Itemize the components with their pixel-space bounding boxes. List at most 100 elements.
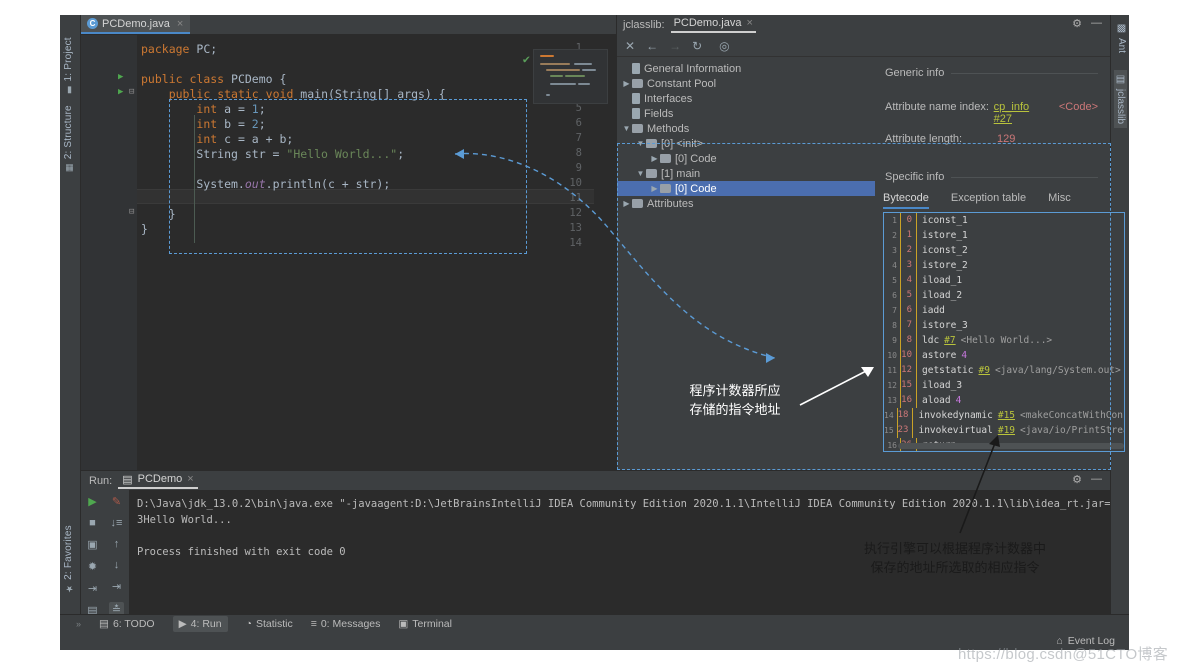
gear-icon[interactable]: ⚙ (1072, 473, 1082, 486)
sidebar-item-project[interactable]: ▮ 1: Project (63, 37, 74, 94)
bottom-item-label: 6: TODO (112, 617, 155, 630)
bytecode-row[interactable]: 8 7 istore_3 (884, 318, 1124, 333)
run-gutter-icon[interactable]: ▶ (118, 72, 123, 82)
close-icon[interactable]: ✕ (625, 39, 635, 53)
horizontal-scrollbar[interactable] (898, 443, 1124, 449)
gear-icon[interactable]: ⚙ (1072, 17, 1082, 30)
tree-node[interactable]: ▶ Constant Pool (617, 76, 875, 91)
down-icon[interactable]: ↓ (114, 559, 120, 571)
tree-node[interactable]: Interfaces (617, 91, 875, 106)
editor-tab-pcdemo[interactable]: C PCDemo.java × (81, 15, 191, 34)
inspection-ok-icon[interactable]: ✔ (523, 52, 530, 66)
bytecode-row[interactable]: 6 5 iload_2 (884, 288, 1124, 303)
close-icon[interactable]: × (746, 17, 752, 29)
tree-node[interactable]: General Information (617, 61, 875, 76)
chevron-right-icon[interactable]: ▶ (621, 199, 632, 208)
bytecode-offset: 7 (900, 318, 917, 333)
bottom-item-terminal[interactable]: ▣ Terminal (398, 618, 452, 630)
constant-pool-ref[interactable]: #19 (993, 425, 1015, 436)
chevron-right-icon[interactable]: ▶ (649, 184, 660, 193)
debug-icon[interactable]: ✹ (88, 560, 97, 573)
chevron-down-icon[interactable]: ▼ (621, 124, 632, 133)
bytecode-row[interactable]: 13 16 aload 4 (884, 393, 1124, 408)
soft-wrap-icon[interactable]: ⇥ (112, 580, 121, 593)
chevron-right-icon[interactable]: ▶ (621, 79, 632, 88)
sidebar-item-structure[interactable]: ▦ 2: Structure (63, 105, 74, 172)
sidebar-item-ant[interactable]: ▩ Ant (1116, 23, 1127, 53)
run-tab-pcdemo[interactable]: ▤ PCDemo × (118, 473, 198, 489)
fold-gutter-icon[interactable]: ⊟ (129, 207, 134, 217)
bytecode-row[interactable]: 2 1 istore_1 (884, 228, 1124, 243)
bytecode-row[interactable]: 1523 invokevirtual#19 <java/io/PrintStream… (884, 423, 1124, 438)
tab-bytecode[interactable]: Bytecode (883, 192, 929, 209)
close-icon[interactable]: × (187, 473, 193, 485)
sidebar-item-label: jclasslib (1115, 89, 1126, 125)
bottom-item-run[interactable]: ▶ 4: Run (172, 615, 228, 632)
bytecode-offset: 15 (900, 378, 917, 393)
sidebar-item-favorites[interactable]: ★ 2: Favorites (63, 525, 74, 593)
cp-info-link[interactable]: cp_info #27 (994, 101, 1049, 125)
editor-minimap[interactable] (533, 49, 608, 104)
run-icon[interactable]: ▶ (88, 495, 96, 508)
camera-icon[interactable]: ▣ (87, 538, 97, 551)
bytecode-offset: 8 (900, 333, 917, 348)
jclasslib-file-tab[interactable]: PCDemo.java × (670, 17, 756, 33)
chevron-right-icon[interactable]: ▶ (649, 154, 660, 163)
up-icon[interactable]: ↑ (114, 538, 120, 550)
minimize-icon[interactable]: — (1091, 17, 1102, 30)
edit-icon[interactable]: ✎ (112, 495, 121, 508)
tree-node[interactable]: ▼ Methods (617, 121, 875, 136)
more-icon[interactable]: » (76, 619, 81, 629)
bytecode-row[interactable]: 9 8 ldc #7 <Hello World...> (884, 333, 1124, 348)
bytecode-row-number: 6 (892, 291, 897, 300)
fold-gutter-icon[interactable]: ⊟ (129, 87, 134, 97)
tab-misc[interactable]: Misc (1048, 192, 1071, 209)
stop-icon[interactable]: ■ (89, 517, 96, 529)
minimize-icon[interactable]: — (1091, 473, 1102, 486)
browse-icon[interactable]: ◎ (719, 39, 729, 53)
tree-node[interactable]: Fields (617, 106, 875, 121)
tab-exception-table[interactable]: Exception table (951, 192, 1026, 209)
tree-node[interactable]: ▼ [0] <init> (617, 136, 875, 151)
constant-pool-ref[interactable]: #15 (993, 410, 1015, 421)
back-icon[interactable]: ← (646, 39, 658, 53)
line-number: 13 (569, 222, 582, 234)
bytecode-row[interactable]: 1418 invokedynamic#15 <makeConcatWithConst… (884, 408, 1124, 423)
forward-icon[interactable]: → (669, 39, 681, 53)
bottom-item-todo[interactable]: ▤ 6: TODO (99, 618, 155, 630)
bytecode-row[interactable]: 10 10 astore 4 (884, 348, 1124, 363)
attribute-name-index-type: <Code> (1058, 101, 1098, 113)
reload-icon[interactable]: ↻ (692, 39, 702, 53)
tree-node-selected[interactable]: ▶ [0] Code (617, 181, 875, 196)
screenshot-root: ▮ 1: Project ▦ 2: Structure ★ 2: Favorit… (0, 0, 1184, 666)
run-actions-right: ✎ ↓≡ ↑ ↓ ⇥ ≛ » (104, 490, 129, 636)
close-icon[interactable]: × (177, 18, 183, 30)
bytecode-row[interactable]: 12 15 iload_3 (884, 378, 1124, 393)
bytecode-row-number: 1 (892, 216, 897, 225)
constant-pool-ref[interactable]: #9 (973, 365, 989, 376)
bytecode-mnemonic: getstatic (922, 365, 974, 376)
bytecode-row[interactable]: 4 3 istore_2 (884, 258, 1124, 273)
rerun-icon[interactable]: ⇥ (88, 582, 97, 595)
tree-node[interactable]: ▼ [1] main (617, 166, 875, 181)
code-area[interactable]: 123▶4▶⊟56789101112⊟1314 package PC;publi… (81, 35, 616, 470)
chevron-down-icon[interactable]: ▼ (635, 139, 646, 148)
bytecode-row[interactable]: 7 6 iadd (884, 303, 1124, 318)
bytecode-row[interactable]: 11 12 getstatic #9 <java/lang/System.out> (884, 363, 1124, 378)
bytecode-listing[interactable]: 1 0 iconst_1 2 1 istore_1 3 2 iconst_2 4 3 istore_2… (883, 212, 1125, 452)
tree-node[interactable]: ▶ [0] Code (617, 151, 875, 166)
scroll-to-end-icon[interactable]: ↓≡ (111, 517, 123, 529)
bottom-item-messages[interactable]: ≡ 0: Messages (311, 618, 381, 630)
bytecode-row-number: 8 (892, 321, 897, 330)
bytecode-row[interactable]: 3 2 iconst_2 (884, 243, 1124, 258)
divider (951, 176, 1098, 178)
chevron-down-icon[interactable]: ▼ (635, 169, 646, 178)
tree-node-label: [0] <init> (661, 137, 704, 150)
bottom-item-statistic[interactable]: ◔ Statistic (246, 618, 293, 630)
bytecode-row[interactable]: 1 0 iconst_1 (884, 213, 1124, 228)
tree-node[interactable]: ▶ Attributes (617, 196, 875, 211)
sidebar-item-jclasslib[interactable]: ▤ jclasslib (1114, 70, 1127, 129)
constant-pool-ref[interactable]: #7 (939, 335, 955, 346)
bytecode-row[interactable]: 5 4 iload_1 (884, 273, 1124, 288)
run-gutter-icon[interactable]: ▶ (118, 87, 123, 97)
